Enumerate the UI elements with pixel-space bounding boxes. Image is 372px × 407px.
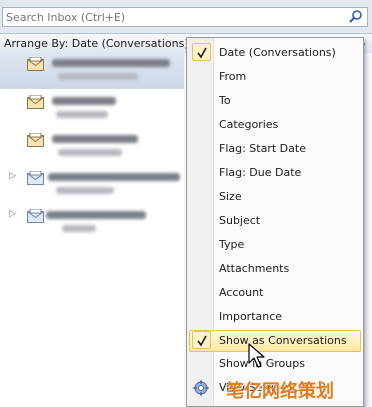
watermark-logo: 笔亿网络策划: [226, 381, 334, 402]
blurred-subject: [56, 187, 114, 194]
menu-item-label: To: [219, 94, 231, 107]
view-settings-gear-icon: [193, 380, 209, 396]
menu-item-label: Attachments: [219, 262, 290, 275]
menu-item-from[interactable]: From: [189, 66, 361, 88]
menu-item-label: Show as Conversations: [219, 334, 347, 347]
menu-item-flag-start-date[interactable]: Flag: Start Date: [189, 138, 361, 160]
menu-item-attachments[interactable]: Attachments: [189, 258, 361, 280]
list-item[interactable]: [0, 53, 184, 89]
menu-item-label: Subject: [219, 214, 261, 227]
search-bar: [0, 0, 372, 36]
blurred-sender: [52, 97, 116, 105]
blurred-sender: [52, 59, 170, 67]
menu-item-label: Flag: Start Date: [219, 142, 306, 155]
menu-item-date-conversations[interactable]: Date (Conversations): [189, 42, 361, 64]
menu-item-label: Categories: [219, 118, 279, 131]
menu-item-label: Flag: Due Date: [219, 166, 302, 179]
menu-item-subject[interactable]: Subject: [189, 210, 361, 232]
envelope-stack-icon: [27, 171, 44, 185]
blurred-subject: [62, 225, 96, 232]
checkmark-icon: [192, 331, 211, 349]
checkmark-icon: [192, 43, 211, 61]
arrange-by-label: Arrange By: Date (Conversations): [4, 37, 189, 50]
search-icon[interactable]: [348, 9, 364, 25]
menu-item-label: Date (Conversations): [219, 46, 336, 59]
envelope-icon: [27, 57, 44, 71]
menu-item-label: Size: [219, 190, 242, 203]
blurred-sender: [46, 211, 146, 219]
menu-item-flag-due-date[interactable]: Flag: Due Date: [189, 162, 361, 184]
menu-item-account[interactable]: Account: [189, 282, 361, 304]
envelope-stack-icon: [27, 209, 44, 223]
blurred-subject: [56, 111, 108, 118]
expand-arrow-icon[interactable]: ▷: [9, 209, 16, 219]
list-item[interactable]: ▷: [0, 167, 184, 203]
list-item[interactable]: [0, 91, 184, 127]
expand-arrow-icon[interactable]: ▷: [9, 171, 16, 181]
list-item[interactable]: ▷: [0, 205, 184, 241]
menu-item-label: Account: [219, 286, 264, 299]
menu-item-to[interactable]: To: [189, 90, 361, 112]
mail-list: ▷ ▷: [0, 53, 184, 407]
menu-item-size[interactable]: Size: [189, 186, 361, 208]
envelope-icon: [27, 95, 44, 109]
blurred-subject: [58, 149, 122, 156]
list-item[interactable]: [0, 129, 184, 165]
blurred-subject: [58, 73, 138, 80]
mouse-pointer-icon: [248, 343, 265, 368]
menu-item-importance[interactable]: Importance: [189, 306, 361, 328]
envelope-icon: [27, 133, 44, 147]
menu-item-label: From: [219, 70, 247, 83]
blurred-sender: [52, 135, 138, 143]
menu-item-type[interactable]: Type: [189, 234, 361, 256]
arrange-by-menu: Date (Conversations) From To Categories …: [186, 37, 364, 407]
search-input[interactable]: [6, 9, 336, 25]
menu-item-categories[interactable]: Categories: [189, 114, 361, 136]
blurred-sender: [48, 173, 180, 181]
menu-item-label: Type: [219, 238, 245, 251]
menu-item-show-in-groups[interactable]: Show in Groups: [189, 353, 361, 375]
search-field[interactable]: [2, 7, 368, 27]
menu-item-show-as-conversations[interactable]: Show as Conversations: [189, 330, 361, 352]
menu-item-label: Importance: [219, 310, 283, 323]
